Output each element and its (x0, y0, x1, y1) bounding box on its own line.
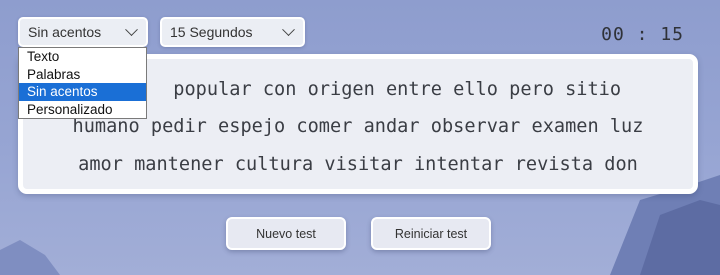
mode-select-value: Sin acentos (28, 24, 102, 40)
duration-select[interactable]: 15 Segundos (160, 17, 305, 47)
chevron-down-icon (125, 22, 138, 36)
text-line-2: humano pedir espejo comer andar observar… (72, 116, 644, 137)
mode-option-texto[interactable]: Texto (19, 48, 146, 66)
mode-dropdown-list: Texto Palabras Sin acentos Personalizado (18, 47, 147, 119)
restart-test-button[interactable]: Reiniciar test (371, 217, 491, 250)
mode-option-personalizado[interactable]: Personalizado (19, 101, 146, 119)
mode-option-sin-acentos[interactable]: Sin acentos (19, 83, 146, 101)
countdown-timer: 00 : 15 (601, 24, 684, 45)
new-test-button[interactable]: Nuevo test (226, 217, 346, 250)
mode-select[interactable]: Sin acentos (18, 17, 148, 47)
chevron-down-icon (282, 22, 295, 36)
text-line-3: amor mantener cultura visitar intentar r… (78, 154, 638, 175)
mode-option-palabras[interactable]: Palabras (19, 66, 146, 84)
duration-select-value: 15 Segundos (170, 24, 253, 40)
